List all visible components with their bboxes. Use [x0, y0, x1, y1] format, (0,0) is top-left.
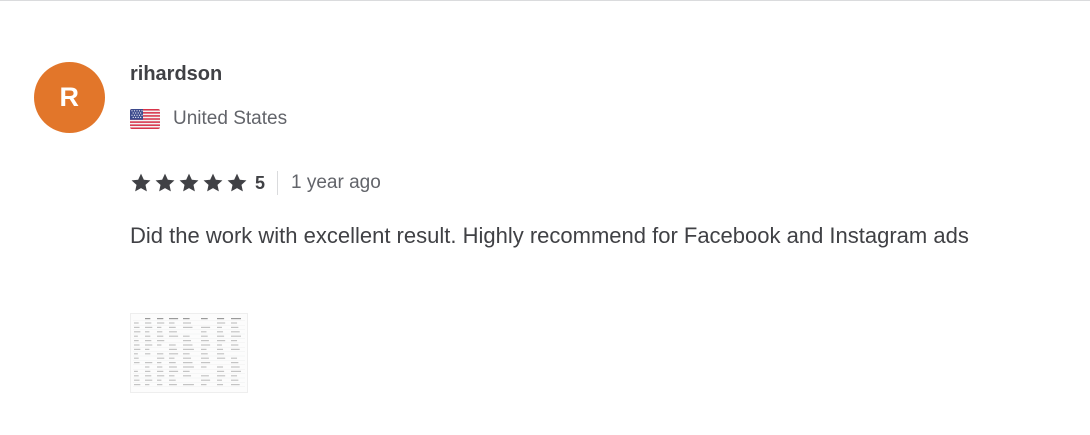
- review-time-ago: 1 year ago: [291, 172, 381, 193]
- spreadsheet-thumbnail-image: [133, 318, 245, 387]
- reviewer-username[interactable]: rihardson: [130, 63, 222, 86]
- avatar[interactable]: R: [34, 62, 105, 133]
- review-text: Did the work with excellent result. High…: [130, 223, 969, 248]
- reviewer-country: United States: [130, 108, 287, 130]
- star-icon: [227, 173, 247, 192]
- review-card: R rihardson United States 5 1 year ago D…: [0, 0, 1090, 435]
- rating-row: 5 1 year ago: [130, 170, 381, 196]
- review-attachment-thumbnail[interactable]: [130, 313, 248, 393]
- avatar-initial: R: [59, 82, 80, 112]
- star-rating: [130, 172, 248, 194]
- star-icon: [179, 173, 199, 192]
- star-icon: [155, 173, 175, 192]
- divider: [277, 171, 279, 195]
- us-flag-icon: [130, 109, 160, 129]
- star-icon: [203, 173, 223, 192]
- rating-value: 5: [255, 172, 266, 193]
- star-icon: [131, 173, 151, 192]
- country-name: United States: [173, 108, 288, 129]
